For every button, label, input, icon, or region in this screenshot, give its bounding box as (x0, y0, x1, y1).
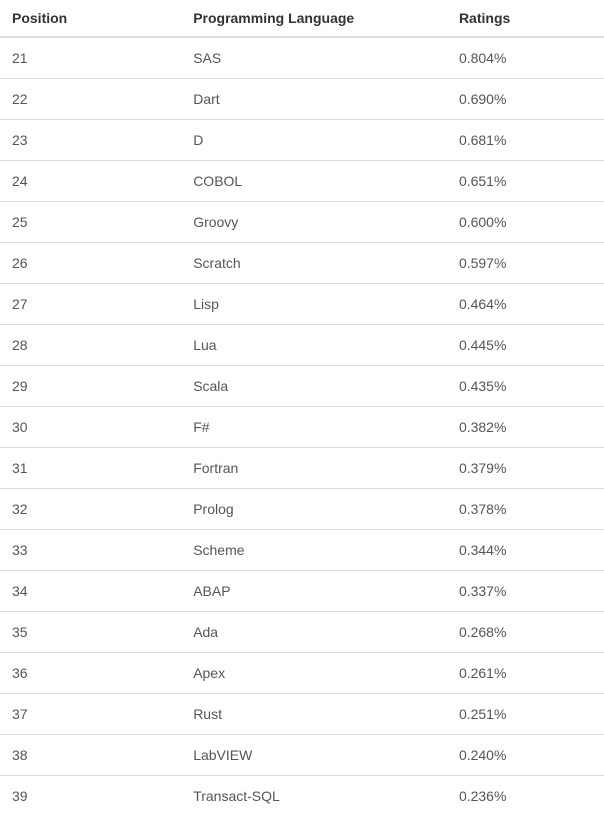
cell-ratings: 0.464% (447, 284, 604, 325)
cell-language: Fortran (181, 448, 447, 489)
cell-ratings: 0.240% (447, 735, 604, 776)
cell-language: Groovy (181, 202, 447, 243)
table-row: 32Prolog0.378% (0, 489, 604, 530)
table-row: 25Groovy0.600% (0, 202, 604, 243)
header-language: Programming Language (181, 0, 447, 37)
table-row: 34ABAP0.337% (0, 571, 604, 612)
cell-ratings: 0.378% (447, 489, 604, 530)
cell-language: COBOL (181, 161, 447, 202)
cell-language: SAS (181, 37, 447, 79)
cell-position: 34 (0, 571, 181, 612)
cell-position: 33 (0, 530, 181, 571)
cell-position: 25 (0, 202, 181, 243)
cell-position: 29 (0, 366, 181, 407)
cell-ratings: 0.251% (447, 694, 604, 735)
cell-language: Scheme (181, 530, 447, 571)
cell-ratings: 0.236% (447, 776, 604, 817)
table-row: 29Scala0.435% (0, 366, 604, 407)
cell-position: 22 (0, 79, 181, 120)
cell-position: 31 (0, 448, 181, 489)
cell-position: 38 (0, 735, 181, 776)
cell-ratings: 0.379% (447, 448, 604, 489)
cell-language: Transact-SQL (181, 776, 447, 817)
cell-language: Lisp (181, 284, 447, 325)
cell-ratings: 0.804% (447, 37, 604, 79)
table-body: 21SAS0.804%22Dart0.690%23D0.681%24COBOL0… (0, 37, 604, 816)
cell-position: 21 (0, 37, 181, 79)
table-row: 22Dart0.690% (0, 79, 604, 120)
cell-ratings: 0.337% (447, 571, 604, 612)
cell-position: 23 (0, 120, 181, 161)
cell-language: Scala (181, 366, 447, 407)
cell-language: Rust (181, 694, 447, 735)
table-row: 27Lisp0.464% (0, 284, 604, 325)
table-row: 26Scratch0.597% (0, 243, 604, 284)
table-row: 30F#0.382% (0, 407, 604, 448)
table-row: 35Ada0.268% (0, 612, 604, 653)
cell-ratings: 0.681% (447, 120, 604, 161)
cell-language: D (181, 120, 447, 161)
table-row: 38LabVIEW0.240% (0, 735, 604, 776)
cell-ratings: 0.344% (447, 530, 604, 571)
table-header-row: Position Programming Language Ratings (0, 0, 604, 37)
cell-position: 35 (0, 612, 181, 653)
table-row: 33Scheme0.344% (0, 530, 604, 571)
cell-language: Dart (181, 79, 447, 120)
cell-position: 39 (0, 776, 181, 817)
header-position: Position (0, 0, 181, 37)
cell-ratings: 0.690% (447, 79, 604, 120)
cell-ratings: 0.268% (447, 612, 604, 653)
table-row: 23D0.681% (0, 120, 604, 161)
cell-language: Prolog (181, 489, 447, 530)
table-row: 37Rust0.251% (0, 694, 604, 735)
cell-position: 32 (0, 489, 181, 530)
cell-ratings: 0.597% (447, 243, 604, 284)
header-ratings: Ratings (447, 0, 604, 37)
cell-language: ABAP (181, 571, 447, 612)
table-row: 31Fortran0.379% (0, 448, 604, 489)
cell-ratings: 0.435% (447, 366, 604, 407)
cell-position: 36 (0, 653, 181, 694)
cell-language: LabVIEW (181, 735, 447, 776)
cell-language: Ada (181, 612, 447, 653)
table-row: 21SAS0.804% (0, 37, 604, 79)
cell-position: 26 (0, 243, 181, 284)
cell-ratings: 0.600% (447, 202, 604, 243)
cell-position: 37 (0, 694, 181, 735)
table-row: 28Lua0.445% (0, 325, 604, 366)
cell-language: Scratch (181, 243, 447, 284)
table-row: 24COBOL0.651% (0, 161, 604, 202)
cell-language: Apex (181, 653, 447, 694)
cell-ratings: 0.382% (447, 407, 604, 448)
language-rankings-table: Position Programming Language Ratings 21… (0, 0, 604, 816)
cell-position: 28 (0, 325, 181, 366)
cell-language: Lua (181, 325, 447, 366)
cell-ratings: 0.445% (447, 325, 604, 366)
cell-position: 24 (0, 161, 181, 202)
table-row: 39Transact-SQL0.236% (0, 776, 604, 817)
table-row: 36Apex0.261% (0, 653, 604, 694)
cell-position: 27 (0, 284, 181, 325)
cell-ratings: 0.261% (447, 653, 604, 694)
cell-language: F# (181, 407, 447, 448)
cell-ratings: 0.651% (447, 161, 604, 202)
cell-position: 30 (0, 407, 181, 448)
